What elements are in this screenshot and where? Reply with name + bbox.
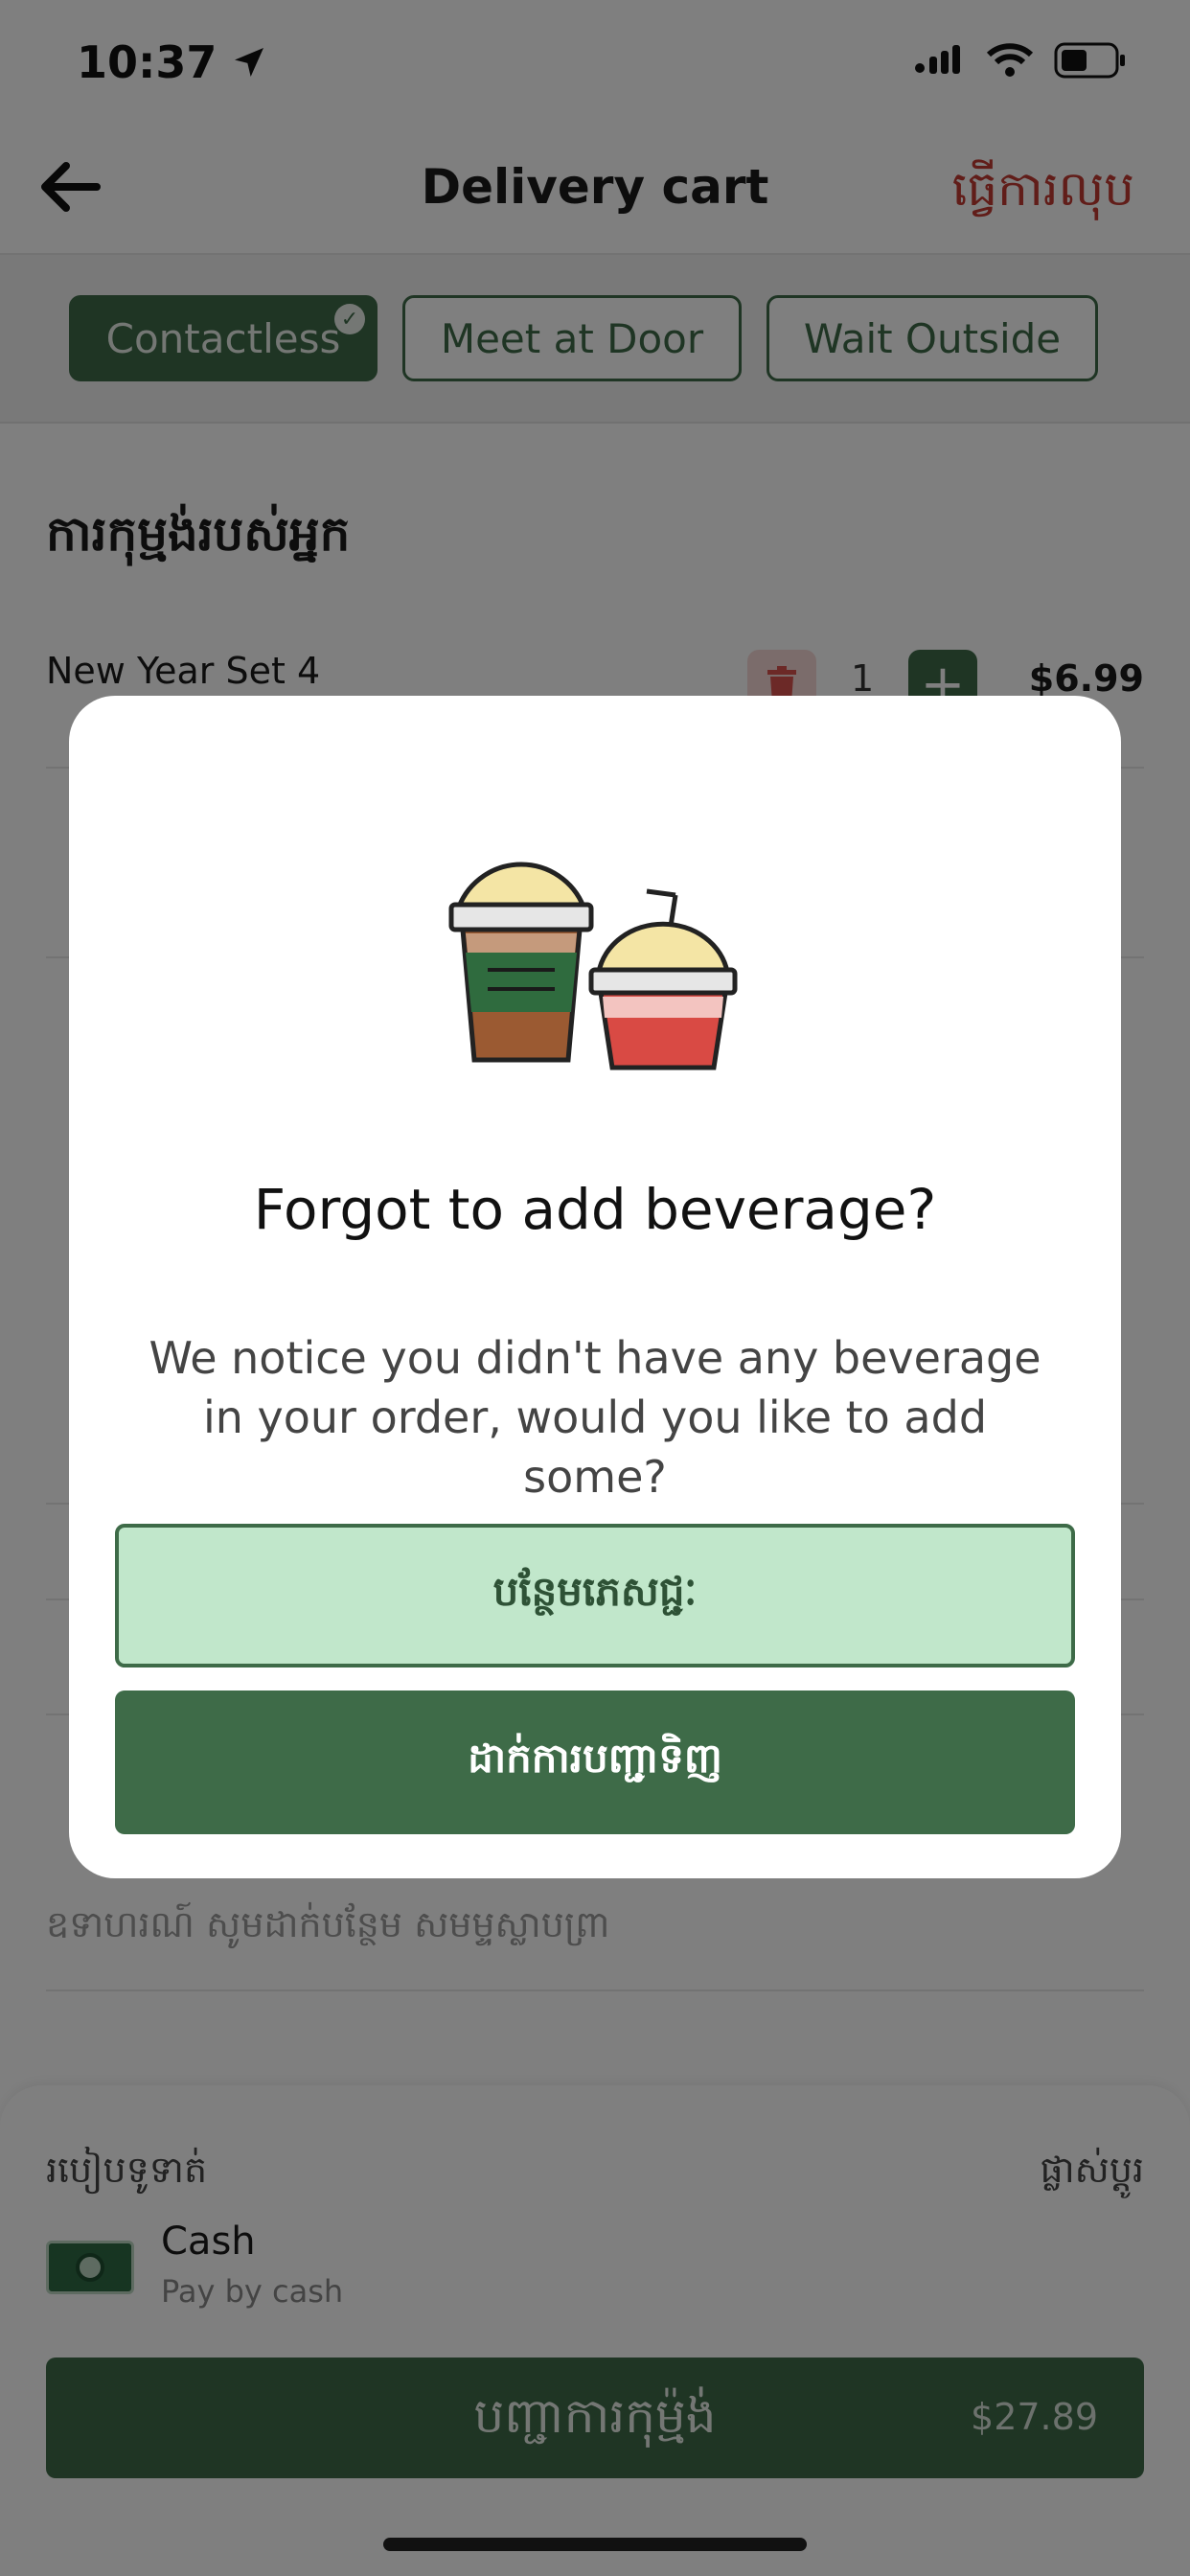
dialog-message: We notice you didn't have any beverage i… bbox=[149, 1332, 1041, 1503]
home-indicator bbox=[383, 2538, 807, 2551]
dialog-title: Forgot to add beverage? bbox=[253, 1177, 937, 1242]
beverage-reminder-dialog: Forgot to add beverage? We notice you di… bbox=[69, 696, 1121, 1878]
add-beverage-button[interactable]: បន្ថែមភេសជ្ជៈ bbox=[115, 1524, 1075, 1668]
continue-order-button[interactable]: ដាក់ការបញ្ជាទិញ bbox=[115, 1690, 1075, 1834]
beverage-cups-icon bbox=[69, 830, 1121, 1079]
